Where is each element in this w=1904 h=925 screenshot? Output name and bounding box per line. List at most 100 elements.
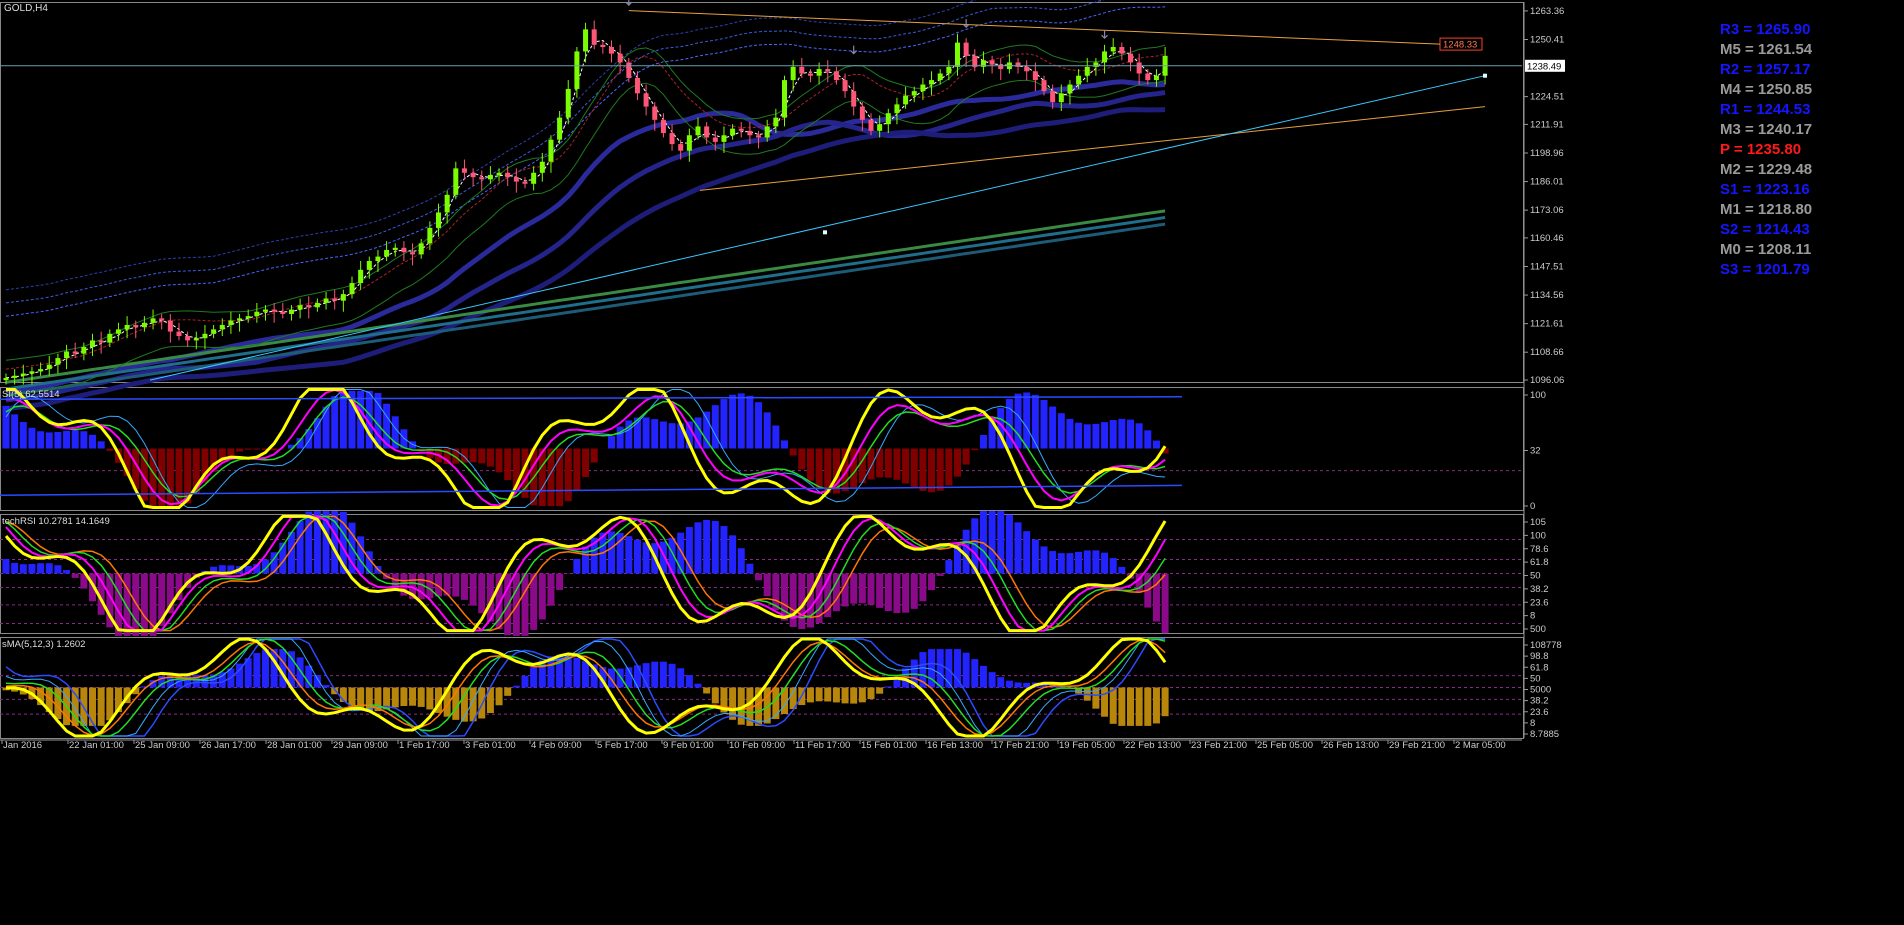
candle-body[interactable] [713,137,718,141]
candle-body[interactable] [843,80,848,91]
candle-body[interactable] [799,67,804,74]
candle-body[interactable] [548,140,553,162]
candle-body[interactable] [254,312,259,316]
candle-body[interactable] [626,62,631,77]
candle-body[interactable] [661,120,666,133]
candle-body[interactable] [99,340,104,342]
candle-body[interactable] [280,312,285,314]
candle-body[interactable] [168,321,173,332]
candle-body[interactable] [652,107,657,120]
chart-canvas[interactable]: 1248.33 SI(5) 62.5514 tochRSI 10.2781 14… [0,0,1904,920]
candle-body[interactable] [289,310,294,314]
candle-body[interactable] [1137,62,1142,73]
candle-body[interactable] [938,73,943,80]
trading-chart[interactable]: 1248.33 SI(5) 62.5514 tochRSI 10.2781 14… [0,0,1904,920]
candle-body[interactable] [817,69,822,76]
candle-body[interactable] [81,347,86,354]
candle-body[interactable] [4,378,9,380]
candle-body[interactable] [721,135,726,142]
candle-body[interactable] [315,303,320,307]
candle-body[interactable] [1111,47,1116,51]
candle-body[interactable] [912,91,917,95]
candle-body[interactable] [1119,47,1124,54]
candle-body[interactable] [730,129,735,136]
trendline-anchor[interactable] [1483,74,1487,78]
candle-body[interactable] [246,316,251,318]
candle-body[interactable] [427,228,432,243]
candle-body[interactable] [834,71,839,80]
candle-body[interactable] [202,334,207,338]
candle-body[interactable] [566,89,571,118]
candle-body[interactable] [877,124,882,131]
candle-body[interactable] [1128,54,1133,63]
candle-body[interactable] [21,374,26,376]
candle-body[interactable] [920,85,925,92]
candle-body[interactable] [107,334,112,343]
candle-body[interactable] [375,257,380,261]
candle-body[interactable] [453,168,458,194]
candle-body[interactable] [332,299,337,301]
candle-body[interactable] [955,43,960,67]
candle-body[interactable] [367,261,372,270]
candle-body[interactable] [670,133,675,144]
candle-body[interactable] [29,371,34,373]
candle-body[interactable] [462,168,467,172]
candle-body[interactable] [142,323,147,327]
candle-body[interactable] [618,54,623,63]
candle-body[interactable] [64,351,69,358]
candle-body[interactable] [151,318,156,322]
candle-body[interactable] [324,299,329,303]
candle-body[interactable] [1067,85,1072,94]
candle-body[interactable] [523,182,528,184]
candle-body[interactable] [350,283,355,294]
candle-body[interactable] [609,47,614,54]
candle-body[interactable] [1076,76,1081,85]
candle-body[interactable] [1102,51,1107,62]
candle-body[interactable] [228,321,233,325]
candle-body[interactable] [177,332,182,336]
candle-body[interactable] [592,29,597,44]
candle-body[interactable] [557,118,562,140]
candle-body[interactable] [471,173,476,177]
candle-body[interactable] [358,270,363,283]
candle-body[interactable] [401,248,406,252]
candle-body[interactable] [220,325,225,329]
candle-body[interactable] [600,45,605,47]
candle-body[interactable] [972,56,977,67]
candle-body[interactable] [194,338,199,340]
candle-body[interactable] [1154,76,1159,80]
candle-body[interactable] [185,336,190,340]
candle-body[interactable] [505,173,510,177]
candle-body[interactable] [894,104,899,113]
candle-body[interactable] [1085,67,1090,76]
candle-body[interactable] [479,177,484,179]
candle-body[interactable] [678,144,683,151]
candle-body[interactable] [696,126,701,135]
candle-body[interactable] [436,212,441,227]
candle-body[interactable] [791,67,796,80]
candle-body[interactable] [47,365,52,369]
candle-body[interactable] [445,195,450,213]
candle-body[interactable] [38,369,43,371]
candle-body[interactable] [211,329,216,333]
candle-body[interactable] [990,60,995,64]
candle-body[interactable] [574,51,579,89]
candle-body[interactable] [1042,80,1047,91]
candle-body[interactable] [687,135,692,150]
candle-body[interactable] [159,318,164,320]
candle-body[interactable] [125,325,130,329]
candle-body[interactable] [488,175,493,179]
candle-body[interactable] [514,177,519,181]
candle-body[interactable] [946,67,951,74]
candle-body[interactable] [419,243,424,254]
candle-body[interactable] [272,310,277,312]
candle-body[interactable] [782,80,787,118]
candle-body[interactable] [237,318,242,320]
candle-body[interactable] [55,358,60,365]
candle-body[interactable] [298,305,303,309]
candle-body[interactable] [583,29,588,51]
candle-body[interactable] [306,305,311,307]
trendline-anchor[interactable] [823,230,827,234]
candle-body[interactable] [384,250,389,257]
candle-body[interactable] [1024,67,1029,71]
